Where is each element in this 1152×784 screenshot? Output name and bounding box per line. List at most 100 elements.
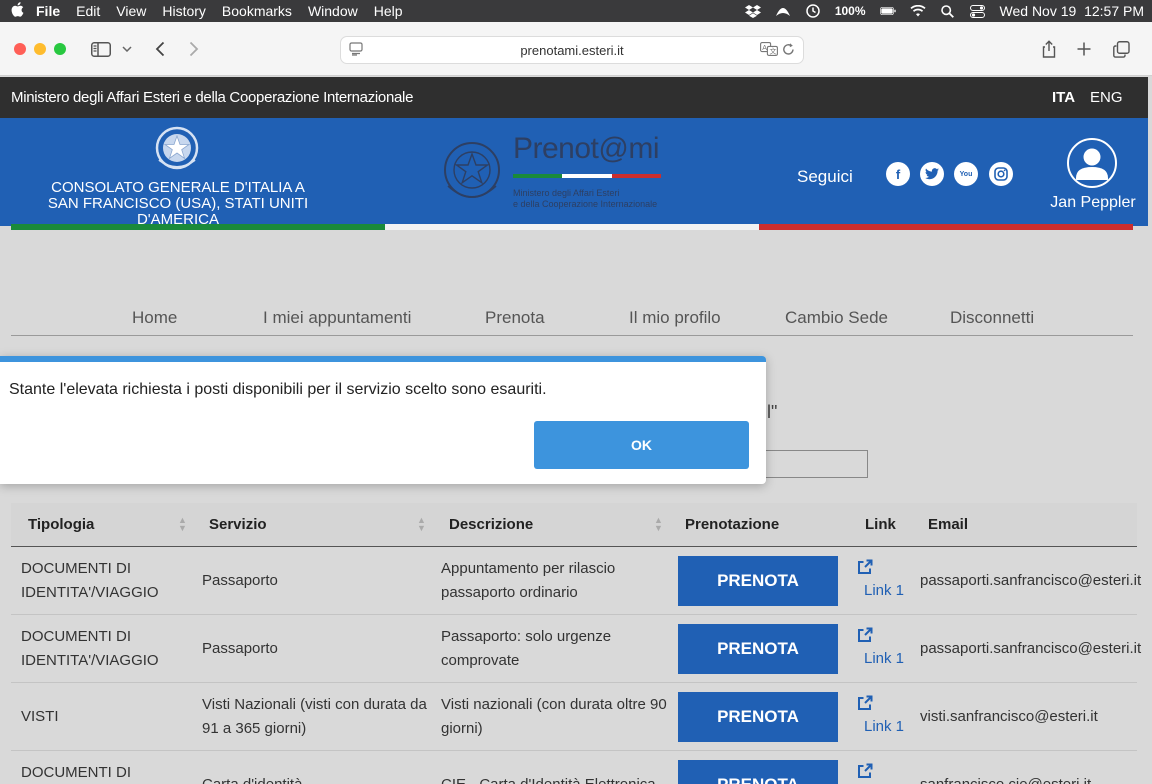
alert-modal: Stante l'elevata richiesta i posti dispo…	[0, 356, 766, 484]
cell-tipologia: VISTI	[21, 708, 59, 725]
prenota-button[interactable]: PRENOTA	[678, 760, 838, 784]
table-row: DOCUMENTI DI IDENTITA'/VIAGGIO Passaport…	[11, 547, 1141, 615]
share-icon[interactable]	[1036, 36, 1062, 62]
battery-percent: 100%	[834, 4, 866, 18]
page-menu-icon[interactable]	[349, 42, 363, 59]
clock-text[interactable]: Wed Nov 19 12:57 PM	[1000, 3, 1144, 19]
username-label[interactable]: Jan Peppler	[1040, 194, 1146, 212]
battery-icon[interactable]	[879, 4, 896, 18]
cell-text: passaporto ordinario	[441, 584, 578, 601]
cell-servizio: Passaporto	[202, 640, 278, 657]
browser-toolbar: prenotami.esteri.it A文	[0, 22, 1152, 76]
address-bar[interactable]: prenotami.esteri.it A文	[340, 36, 804, 64]
logo-flag-stripe	[513, 174, 661, 178]
menu-view[interactable]: View	[116, 3, 146, 19]
republic-emblem-icon	[442, 138, 502, 206]
tricolor-stripe	[11, 224, 1133, 230]
cell-text: 91 a 365 giorni)	[202, 720, 307, 737]
dropbox-icon[interactable]	[744, 4, 761, 18]
zoom-window-button[interactable]	[54, 43, 66, 55]
menu-edit[interactable]: Edit	[76, 3, 100, 19]
back-arrow-icon[interactable]	[147, 36, 173, 62]
tab-overview-icon[interactable]	[1108, 36, 1134, 62]
external-link-icon[interactable]	[857, 763, 873, 784]
time-machine-icon[interactable]	[805, 4, 821, 18]
cell-email: sanfrancisco.cie@esteri.it	[920, 773, 1091, 784]
col-descrizione[interactable]: Descrizione	[449, 516, 533, 533]
close-window-button[interactable]	[14, 43, 26, 55]
menu-bookmarks[interactable]: Bookmarks	[222, 3, 292, 19]
ministry-topbar: Ministero degli Affari Esteri e della Co…	[0, 77, 1148, 118]
external-link-icon[interactable]	[857, 559, 873, 580]
menu-file[interactable]: File	[36, 3, 60, 19]
cell-tipologia: DOCUMENTI DI IDENTITA'/VIAGGIO	[21, 625, 159, 673]
svg-text:文: 文	[770, 47, 777, 56]
logo-subtitle-line-1: Ministero degli Affari Esteri	[513, 188, 620, 198]
sidebar-toggle-icon[interactable]	[88, 36, 114, 62]
macos-menubar: File Edit View History Bookmarks Window …	[0, 0, 1152, 22]
user-avatar-icon[interactable]	[1067, 138, 1117, 188]
link-1[interactable]: Link 1	[864, 650, 904, 667]
twitter-icon[interactable]	[920, 162, 944, 186]
nav-cambio-sede[interactable]: Cambio Sede	[785, 308, 888, 328]
new-tab-icon[interactable]	[1071, 36, 1097, 62]
italian-emblem-icon	[154, 124, 200, 172]
url-text[interactable]: prenotami.esteri.it	[520, 43, 623, 58]
minimize-window-button[interactable]	[34, 43, 46, 55]
col-tipologia[interactable]: Tipologia	[28, 516, 94, 533]
facebook-icon[interactable]: f	[886, 162, 910, 186]
cell-email: visti.sanfrancisco@esteri.it	[920, 708, 1098, 725]
prenota-button[interactable]: PRENOTA	[678, 692, 838, 742]
link-1[interactable]: Link 1	[864, 582, 904, 599]
menu-history[interactable]: History	[162, 3, 206, 19]
prenota-button[interactable]: PRENOTA	[678, 556, 838, 606]
lang-ita-link[interactable]: ITA	[1052, 89, 1075, 106]
nav-miei-appuntamenti[interactable]: I miei appuntamenti	[263, 308, 411, 328]
table-row: DOCUMENTI DI Carta d'identità CIE - Cart…	[11, 751, 1137, 784]
alert-message: Stante l'elevata richiesta i posti dispo…	[9, 381, 547, 398]
prenotami-logo: Prenot@mi	[513, 132, 660, 165]
nav-disconnetti[interactable]: Disconnetti	[950, 308, 1034, 328]
wifi-icon[interactable]	[909, 4, 926, 18]
control-center-icon[interactable]	[970, 4, 986, 18]
sort-descrizione-icon[interactable]: ▲ ▼	[654, 516, 663, 533]
main-nav: Home I miei appuntamenti Prenota Il mio …	[11, 298, 1133, 336]
background-search-input[interactable]	[760, 450, 868, 478]
nav-home[interactable]: Home	[132, 308, 177, 328]
menu-help[interactable]: Help	[374, 3, 403, 19]
cell-descrizione: CIE - Carta d'Identità Elettronica	[441, 773, 656, 784]
external-link-icon[interactable]	[857, 627, 873, 648]
cell-servizio: Passaporto	[202, 572, 278, 589]
youtube-icon[interactable]: You	[954, 162, 978, 186]
cell-text: Visti Nazionali (visti con durata da	[202, 696, 427, 713]
ministry-name: Ministero degli Affari Esteri e della Co…	[11, 89, 414, 106]
prenota-button[interactable]: PRENOTA	[678, 624, 838, 674]
external-link-icon[interactable]	[857, 695, 873, 716]
cell-email: passaporti.sanfrancisco@esteri.it	[920, 572, 1142, 589]
cell-text: DOCUMENTI DI	[21, 628, 131, 645]
apple-icon[interactable]	[6, 2, 28, 20]
cell-tipologia: DOCUMENTI DI	[21, 764, 131, 781]
instagram-icon[interactable]	[989, 162, 1013, 186]
background-text-fragment: l"	[767, 402, 778, 422]
spotlight-search-icon[interactable]	[940, 4, 956, 18]
translate-icon[interactable]: A文	[760, 42, 778, 59]
link-1[interactable]: Link 1	[864, 718, 904, 735]
ok-button[interactable]: OK	[534, 421, 749, 469]
reload-icon[interactable]	[782, 42, 795, 59]
cell-text: Appuntamento per rilascio	[441, 560, 616, 577]
sort-tipologia-icon[interactable]: ▲ ▼	[178, 516, 187, 533]
lang-eng-link[interactable]: ENG	[1090, 89, 1123, 106]
menu-window[interactable]: Window	[308, 3, 358, 19]
cell-descrizione: Appuntamento per rilascio passaporto ord…	[441, 557, 615, 605]
logo-subtitle: Ministero degli Affari Esteri e della Co…	[513, 188, 657, 210]
col-servizio[interactable]: Servizio	[209, 516, 267, 533]
nav-prenota[interactable]: Prenota	[485, 308, 545, 328]
forward-arrow-icon[interactable]	[181, 36, 207, 62]
sort-servizio-icon[interactable]: ▲ ▼	[417, 516, 426, 533]
nav-mio-profilo[interactable]: Il mio profilo	[629, 308, 721, 328]
site-header: CONSOLATO GENERALE D'ITALIA A SAN FRANCI…	[0, 118, 1148, 226]
creative-cloud-icon[interactable]	[775, 4, 791, 18]
col-prenotazione: Prenotazione	[685, 516, 780, 533]
tab-group-chevron-icon[interactable]	[114, 36, 140, 62]
